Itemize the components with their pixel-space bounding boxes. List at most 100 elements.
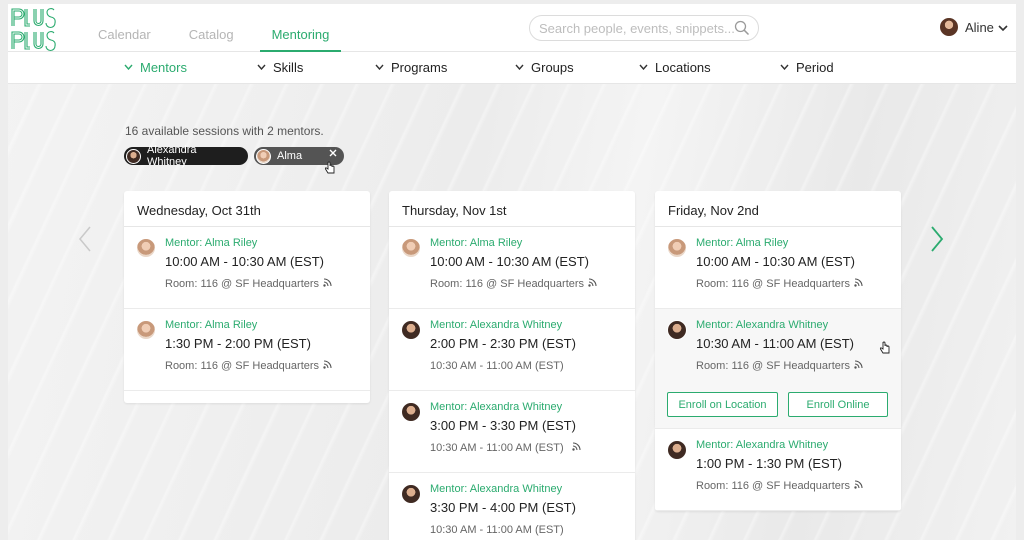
room-label: Room: 116 @ SF Headquarters bbox=[696, 360, 851, 372]
session-mentor[interactable]: Mentor: Alma Riley bbox=[165, 319, 370, 331]
card-footer bbox=[124, 391, 370, 403]
search-input[interactable]: Search people, events, snippets... bbox=[529, 15, 759, 41]
chip-label: Alexandra Whitney bbox=[147, 144, 197, 168]
session-item[interactable]: Mentor: Alma Riley 10:00 AM - 10:30 AM (… bbox=[124, 227, 370, 309]
session-room: Room: 116 @ SF Headquarters bbox=[696, 480, 901, 492]
chevron-down-icon bbox=[780, 62, 789, 73]
session-room: 10:30 AM - 11:00 AM (EST) bbox=[430, 360, 635, 372]
avatar bbox=[136, 320, 156, 340]
mentor-chip-alexandra[interactable]: Alexandra Whitney bbox=[124, 144, 248, 168]
avatar bbox=[401, 320, 421, 340]
session-mentor[interactable]: Mentor: Alexandra Whitney bbox=[696, 439, 901, 451]
arrow-right-icon[interactable] bbox=[930, 226, 944, 257]
session-item[interactable]: Mentor: Alexandra Whitney 3:00 PM - 3:30… bbox=[389, 391, 635, 473]
filter-mentors[interactable]: Mentors bbox=[124, 60, 187, 75]
sessions-summary: 16 available sessions with 2 mentors. bbox=[125, 124, 324, 138]
session-mentor[interactable]: Mentor: Alma Riley bbox=[696, 237, 901, 249]
chip-label: Alma bbox=[277, 150, 303, 162]
room-label: Room: 116 @ SF Headquarters bbox=[165, 360, 320, 372]
session-mentor[interactable]: Mentor: Alexandra Whitney bbox=[430, 401, 635, 413]
avatar bbox=[667, 320, 687, 340]
session-mentor[interactable]: Mentor: Alexandra Whitney bbox=[696, 319, 901, 331]
filter-label: Groups bbox=[531, 60, 574, 75]
avatar bbox=[401, 484, 421, 504]
filter-label: Skills bbox=[273, 60, 304, 75]
enroll-location-button[interactable]: Enroll on Location bbox=[667, 392, 778, 417]
session-item[interactable]: Mentor: Alexandra Whitney 3:30 PM - 4:00… bbox=[389, 473, 635, 540]
filter-locations[interactable]: Locations bbox=[639, 60, 711, 75]
session-mentor[interactable]: Mentor: Alexandra Whitney bbox=[430, 319, 635, 331]
day-card-wednesday: Wednesday, Oct 31th Mentor: Alma Riley 1… bbox=[124, 191, 370, 403]
session-time: 10:00 AM - 10:30 AM (EST) bbox=[430, 254, 589, 269]
session-mentor[interactable]: Mentor: Alma Riley bbox=[430, 237, 635, 249]
room-label: 10:30 AM - 11:00 AM (EST) bbox=[430, 442, 564, 454]
session-item-selected[interactable]: Mentor: Alexandra Whitney 10:30 AM - 11:… bbox=[655, 309, 901, 429]
session-mentor[interactable]: Mentor: Alma Riley bbox=[165, 237, 370, 249]
close-icon[interactable] bbox=[329, 149, 337, 160]
filter-bar: Mentors Skills Programs Groups Locations bbox=[8, 52, 1016, 84]
filter-programs[interactable]: Programs bbox=[375, 60, 447, 75]
session-mentor[interactable]: Mentor: Alexandra Whitney bbox=[430, 483, 635, 495]
rss-icon bbox=[323, 278, 332, 290]
room-label: 10:30 AM - 11:00 AM (EST) bbox=[430, 524, 564, 536]
rss-icon bbox=[588, 278, 597, 290]
filter-groups[interactable]: Groups bbox=[515, 60, 574, 75]
avatar bbox=[667, 440, 687, 460]
session-item[interactable]: Mentor: Alexandra Whitney 2:00 PM - 2:30… bbox=[389, 309, 635, 391]
chevron-down-icon bbox=[639, 62, 648, 73]
search-icon[interactable] bbox=[734, 20, 750, 39]
session-room: Room: 116 @ SF Headquarters bbox=[430, 278, 635, 290]
search-placeholder: Search people, events, snippets... bbox=[539, 20, 735, 36]
avatar bbox=[939, 17, 959, 37]
chevron-down-icon bbox=[257, 62, 266, 73]
arrow-left-icon[interactable] bbox=[78, 226, 92, 257]
room-label: Room: 116 @ SF Headquarters bbox=[696, 278, 851, 290]
avatar bbox=[401, 402, 421, 422]
app-frame: Calendar Catalog Mentoring Search people… bbox=[8, 4, 1016, 540]
rss-icon bbox=[854, 480, 863, 492]
plusplus-logo[interactable] bbox=[10, 6, 66, 52]
tab-mentoring[interactable]: Mentoring bbox=[259, 4, 342, 52]
rss-icon bbox=[323, 360, 332, 372]
filter-period[interactable]: Period bbox=[780, 60, 834, 75]
cursor-icon bbox=[324, 161, 336, 180]
filter-label: Locations bbox=[655, 60, 711, 75]
day-title: Thursday, Nov 1st bbox=[389, 191, 635, 227]
avatar bbox=[256, 148, 271, 164]
session-item[interactable]: Mentor: Alma Riley 1:30 PM - 2:00 PM (ES… bbox=[124, 309, 370, 391]
session-time: 2:00 PM - 2:30 PM (EST) bbox=[430, 336, 576, 351]
main-tabs: Calendar Catalog Mentoring bbox=[86, 4, 355, 52]
session-room: Room: 116 @ SF Headquarters bbox=[696, 278, 901, 290]
day-title: Friday, Nov 2nd bbox=[655, 191, 901, 227]
session-room: 10:30 AM - 11:00 AM (EST) bbox=[430, 524, 635, 536]
enroll-online-button[interactable]: Enroll Online bbox=[788, 392, 888, 417]
rss-icon bbox=[854, 360, 863, 372]
room-label: Room: 116 @ SF Headquarters bbox=[696, 480, 851, 492]
session-time: 3:00 PM - 3:30 PM (EST) bbox=[430, 418, 576, 433]
session-room: 10:30 AM - 11:00 AM (EST) bbox=[430, 442, 635, 454]
top-header: Calendar Catalog Mentoring Search people… bbox=[8, 4, 1016, 52]
session-time: 1:00 PM - 1:30 PM (EST) bbox=[696, 456, 842, 471]
rss-icon bbox=[854, 278, 863, 290]
session-time: 10:30 AM - 11:00 AM (EST) bbox=[696, 336, 854, 351]
chevron-down-icon bbox=[998, 20, 1008, 35]
chevron-down-icon bbox=[375, 62, 384, 73]
chevron-down-icon bbox=[515, 62, 524, 73]
user-menu[interactable]: Aline bbox=[939, 17, 1008, 37]
filter-skills[interactable]: Skills bbox=[257, 60, 303, 75]
avatar bbox=[667, 238, 687, 258]
tab-calendar[interactable]: Calendar bbox=[86, 4, 163, 52]
user-name: Aline bbox=[965, 19, 994, 35]
avatar bbox=[126, 148, 141, 164]
avatar bbox=[401, 238, 421, 258]
session-room: Room: 116 @ SF Headquarters bbox=[165, 278, 370, 290]
session-item[interactable]: Mentor: Alexandra Whitney 1:00 PM - 1:30… bbox=[655, 429, 901, 511]
tab-catalog[interactable]: Catalog bbox=[177, 4, 246, 52]
cursor-icon bbox=[879, 341, 891, 360]
day-title: Wednesday, Oct 31th bbox=[124, 191, 370, 227]
session-item[interactable]: Mentor: Alma Riley 10:00 AM - 10:30 AM (… bbox=[655, 227, 901, 309]
session-item[interactable]: Mentor: Alma Riley 10:00 AM - 10:30 AM (… bbox=[389, 227, 635, 309]
filter-label: Programs bbox=[391, 60, 448, 75]
session-time: 10:00 AM - 10:30 AM (EST) bbox=[696, 254, 855, 269]
day-card-friday: Friday, Nov 2nd Mentor: Alma Riley 10:00… bbox=[655, 191, 901, 511]
